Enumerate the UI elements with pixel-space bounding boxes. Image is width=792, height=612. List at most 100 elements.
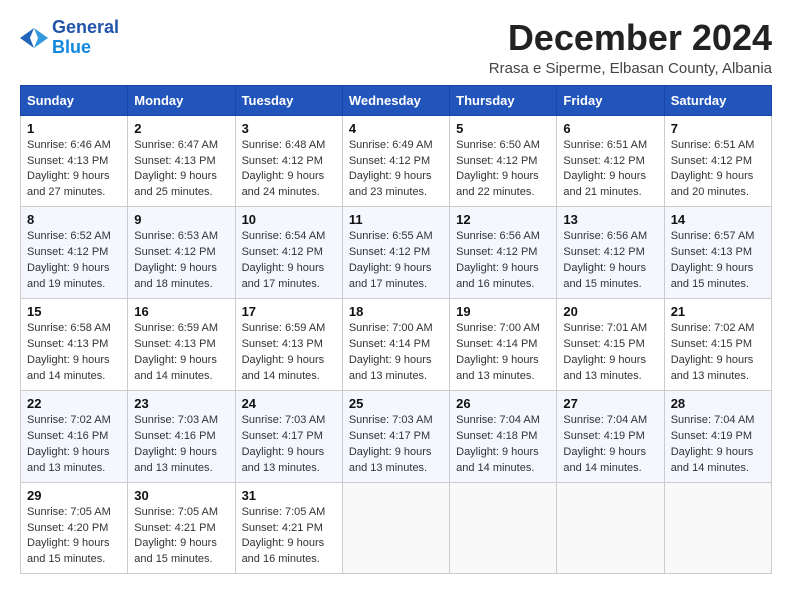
day-number: 6 xyxy=(563,121,657,136)
calendar-day-cell: 23 Sunrise: 7:03 AM Sunset: 4:16 PM Dayl… xyxy=(128,390,235,482)
calendar-day-cell xyxy=(342,482,449,574)
day-number: 26 xyxy=(456,396,550,411)
day-info: Sunrise: 7:03 AM Sunset: 4:17 PM Dayligh… xyxy=(349,413,443,477)
calendar-day-cell: 25 Sunrise: 7:03 AM Sunset: 4:17 PM Dayl… xyxy=(342,390,449,482)
day-number: 7 xyxy=(671,121,765,136)
day-info: Sunrise: 6:48 AM Sunset: 4:12 PM Dayligh… xyxy=(242,138,336,202)
weekday-header: Thursday xyxy=(450,85,557,115)
day-info: Sunrise: 6:59 AM Sunset: 4:13 PM Dayligh… xyxy=(134,321,228,385)
day-info: Sunrise: 6:56 AM Sunset: 4:12 PM Dayligh… xyxy=(456,229,550,293)
logo-icon xyxy=(20,24,48,52)
day-info: Sunrise: 6:54 AM Sunset: 4:12 PM Dayligh… xyxy=(242,229,336,293)
day-number: 19 xyxy=(456,304,550,319)
day-number: 22 xyxy=(27,396,121,411)
calendar-week-row: 15 Sunrise: 6:58 AM Sunset: 4:13 PM Dayl… xyxy=(21,299,772,391)
calendar-week-row: 22 Sunrise: 7:02 AM Sunset: 4:16 PM Dayl… xyxy=(21,390,772,482)
day-number: 16 xyxy=(134,304,228,319)
day-number: 27 xyxy=(563,396,657,411)
day-info: Sunrise: 6:53 AM Sunset: 4:12 PM Dayligh… xyxy=(134,229,228,293)
calendar-day-cell: 31 Sunrise: 7:05 AM Sunset: 4:21 PM Dayl… xyxy=(235,482,342,574)
title-block: December 2024 Rrasa e Siperme, Elbasan C… xyxy=(489,18,772,77)
day-number: 13 xyxy=(563,212,657,227)
day-number: 30 xyxy=(134,488,228,503)
calendar-day-cell: 18 Sunrise: 7:00 AM Sunset: 4:14 PM Dayl… xyxy=(342,299,449,391)
calendar-day-cell: 4 Sunrise: 6:49 AM Sunset: 4:12 PM Dayli… xyxy=(342,115,449,207)
calendar-day-cell xyxy=(450,482,557,574)
calendar-day-cell: 28 Sunrise: 7:04 AM Sunset: 4:19 PM Dayl… xyxy=(664,390,771,482)
day-number: 23 xyxy=(134,396,228,411)
calendar-day-cell: 17 Sunrise: 6:59 AM Sunset: 4:13 PM Dayl… xyxy=(235,299,342,391)
weekday-header: Wednesday xyxy=(342,85,449,115)
calendar-day-cell: 7 Sunrise: 6:51 AM Sunset: 4:12 PM Dayli… xyxy=(664,115,771,207)
day-info: Sunrise: 6:52 AM Sunset: 4:12 PM Dayligh… xyxy=(27,229,121,293)
calendar-day-cell: 20 Sunrise: 7:01 AM Sunset: 4:15 PM Dayl… xyxy=(557,299,664,391)
day-number: 8 xyxy=(27,212,121,227)
day-info: Sunrise: 6:56 AM Sunset: 4:12 PM Dayligh… xyxy=(563,229,657,293)
weekday-header: Friday xyxy=(557,85,664,115)
day-info: Sunrise: 7:03 AM Sunset: 4:16 PM Dayligh… xyxy=(134,413,228,477)
page-header: GeneralBlue December 2024 Rrasa e Siperm… xyxy=(20,18,772,77)
day-info: Sunrise: 7:02 AM Sunset: 4:16 PM Dayligh… xyxy=(27,413,121,477)
calendar-day-cell: 26 Sunrise: 7:04 AM Sunset: 4:18 PM Dayl… xyxy=(450,390,557,482)
day-info: Sunrise: 7:05 AM Sunset: 4:21 PM Dayligh… xyxy=(242,505,336,569)
day-info: Sunrise: 7:04 AM Sunset: 4:19 PM Dayligh… xyxy=(671,413,765,477)
logo-text: GeneralBlue xyxy=(52,18,119,58)
day-number: 2 xyxy=(134,121,228,136)
day-info: Sunrise: 7:03 AM Sunset: 4:17 PM Dayligh… xyxy=(242,413,336,477)
day-info: Sunrise: 7:05 AM Sunset: 4:20 PM Dayligh… xyxy=(27,505,121,569)
day-info: Sunrise: 7:00 AM Sunset: 4:14 PM Dayligh… xyxy=(349,321,443,385)
day-info: Sunrise: 6:47 AM Sunset: 4:13 PM Dayligh… xyxy=(134,138,228,202)
day-number: 29 xyxy=(27,488,121,503)
calendar-day-cell xyxy=(557,482,664,574)
calendar-day-cell: 30 Sunrise: 7:05 AM Sunset: 4:21 PM Dayl… xyxy=(128,482,235,574)
location: Rrasa e Siperme, Elbasan County, Albania xyxy=(489,60,772,77)
calendar-day-cell: 3 Sunrise: 6:48 AM Sunset: 4:12 PM Dayli… xyxy=(235,115,342,207)
calendar-day-cell: 16 Sunrise: 6:59 AM Sunset: 4:13 PM Dayl… xyxy=(128,299,235,391)
calendar-day-cell: 24 Sunrise: 7:03 AM Sunset: 4:17 PM Dayl… xyxy=(235,390,342,482)
month-title: December 2024 xyxy=(489,18,772,58)
day-info: Sunrise: 7:05 AM Sunset: 4:21 PM Dayligh… xyxy=(134,505,228,569)
day-number: 15 xyxy=(27,304,121,319)
calendar-day-cell: 14 Sunrise: 6:57 AM Sunset: 4:13 PM Dayl… xyxy=(664,207,771,299)
day-info: Sunrise: 6:50 AM Sunset: 4:12 PM Dayligh… xyxy=(456,138,550,202)
calendar-day-cell: 15 Sunrise: 6:58 AM Sunset: 4:13 PM Dayl… xyxy=(21,299,128,391)
day-number: 18 xyxy=(349,304,443,319)
calendar-day-cell: 6 Sunrise: 6:51 AM Sunset: 4:12 PM Dayli… xyxy=(557,115,664,207)
day-info: Sunrise: 6:57 AM Sunset: 4:13 PM Dayligh… xyxy=(671,229,765,293)
calendar-day-cell: 12 Sunrise: 6:56 AM Sunset: 4:12 PM Dayl… xyxy=(450,207,557,299)
day-number: 24 xyxy=(242,396,336,411)
calendar-day-cell: 21 Sunrise: 7:02 AM Sunset: 4:15 PM Dayl… xyxy=(664,299,771,391)
day-info: Sunrise: 6:51 AM Sunset: 4:12 PM Dayligh… xyxy=(671,138,765,202)
day-info: Sunrise: 7:04 AM Sunset: 4:19 PM Dayligh… xyxy=(563,413,657,477)
calendar-week-row: 29 Sunrise: 7:05 AM Sunset: 4:20 PM Dayl… xyxy=(21,482,772,574)
day-number: 14 xyxy=(671,212,765,227)
day-number: 31 xyxy=(242,488,336,503)
calendar-day-cell: 29 Sunrise: 7:05 AM Sunset: 4:20 PM Dayl… xyxy=(21,482,128,574)
calendar-day-cell: 1 Sunrise: 6:46 AM Sunset: 4:13 PM Dayli… xyxy=(21,115,128,207)
calendar-day-cell: 19 Sunrise: 7:00 AM Sunset: 4:14 PM Dayl… xyxy=(450,299,557,391)
calendar-day-cell: 5 Sunrise: 6:50 AM Sunset: 4:12 PM Dayli… xyxy=(450,115,557,207)
day-info: Sunrise: 6:55 AM Sunset: 4:12 PM Dayligh… xyxy=(349,229,443,293)
day-info: Sunrise: 6:51 AM Sunset: 4:12 PM Dayligh… xyxy=(563,138,657,202)
day-info: Sunrise: 6:58 AM Sunset: 4:13 PM Dayligh… xyxy=(27,321,121,385)
calendar-day-cell: 22 Sunrise: 7:02 AM Sunset: 4:16 PM Dayl… xyxy=(21,390,128,482)
day-number: 10 xyxy=(242,212,336,227)
day-info: Sunrise: 6:46 AM Sunset: 4:13 PM Dayligh… xyxy=(27,138,121,202)
weekday-header: Tuesday xyxy=(235,85,342,115)
day-info: Sunrise: 7:04 AM Sunset: 4:18 PM Dayligh… xyxy=(456,413,550,477)
day-info: Sunrise: 7:00 AM Sunset: 4:14 PM Dayligh… xyxy=(456,321,550,385)
calendar-day-cell: 27 Sunrise: 7:04 AM Sunset: 4:19 PM Dayl… xyxy=(557,390,664,482)
day-number: 3 xyxy=(242,121,336,136)
calendar-day-cell: 13 Sunrise: 6:56 AM Sunset: 4:12 PM Dayl… xyxy=(557,207,664,299)
calendar-day-cell: 9 Sunrise: 6:53 AM Sunset: 4:12 PM Dayli… xyxy=(128,207,235,299)
day-info: Sunrise: 6:59 AM Sunset: 4:13 PM Dayligh… xyxy=(242,321,336,385)
day-number: 25 xyxy=(349,396,443,411)
calendar-day-cell: 10 Sunrise: 6:54 AM Sunset: 4:12 PM Dayl… xyxy=(235,207,342,299)
day-number: 28 xyxy=(671,396,765,411)
logo: GeneralBlue xyxy=(20,18,119,58)
day-info: Sunrise: 6:49 AM Sunset: 4:12 PM Dayligh… xyxy=(349,138,443,202)
day-number: 1 xyxy=(27,121,121,136)
calendar-table: SundayMondayTuesdayWednesdayThursdayFrid… xyxy=(20,85,772,575)
day-info: Sunrise: 7:02 AM Sunset: 4:15 PM Dayligh… xyxy=(671,321,765,385)
calendar-day-cell: 2 Sunrise: 6:47 AM Sunset: 4:13 PM Dayli… xyxy=(128,115,235,207)
